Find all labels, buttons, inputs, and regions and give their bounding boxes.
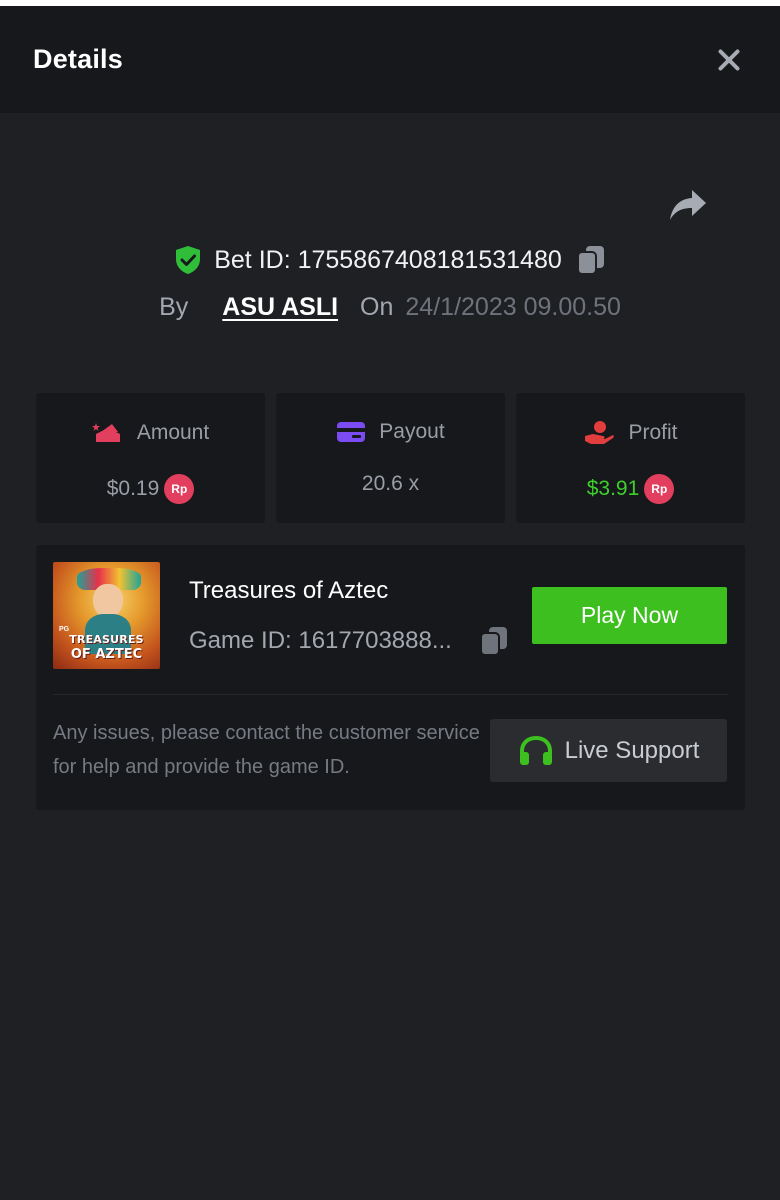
game-panel: PG TREASURES OF AZTEC Treasures of Aztec… — [36, 545, 745, 810]
stat-value: 20.6 x — [361, 472, 420, 495]
game-title: Treasures of Aztec — [189, 577, 389, 604]
currency-badge: Rp — [644, 474, 675, 504]
live-support-label: Live Support — [564, 736, 700, 764]
help-text: Any issues, please contact the customer … — [53, 722, 480, 778]
headset-icon — [519, 735, 552, 765]
stat-label: Profit — [628, 421, 678, 444]
thumbnail-art — [93, 584, 123, 618]
stat-label: Amount — [136, 421, 210, 444]
details-modal: Details Bet ID: 1755867408181531480 By A… — [0, 6, 780, 1200]
thumbnail-title-line1: TREASURES — [69, 633, 144, 646]
game-id-row: Game ID: 1617703888... — [189, 625, 509, 657]
by-label: By — [159, 293, 189, 321]
stat-payout: Payout 20.6 x — [276, 393, 505, 523]
thumbnail-logo: PG — [59, 626, 70, 633]
bet-stats: Amount $0.19 Rp Payout 20.6 x Profit $3.… — [36, 393, 745, 523]
share-icon[interactable] — [668, 188, 708, 222]
bet-datetime: 24/1/2023 09.00.50 — [405, 293, 621, 321]
copy-icon[interactable] — [576, 244, 606, 276]
bet-id-row: Bet ID: 1755867408181531480 — [0, 244, 780, 276]
stat-profit: Profit $3.91 Rp — [516, 393, 745, 523]
modal-header: Details — [0, 6, 780, 113]
payout-card-icon — [337, 422, 366, 442]
bet-id: Bet ID: 1755867408181531480 — [214, 245, 562, 274]
play-now-button[interactable]: Play Now — [532, 587, 727, 644]
game-id: Game ID: 1617703888... — [189, 627, 452, 654]
stat-value: $0.19 — [106, 477, 160, 500]
bet-author-row: By ASU ASLI On 24/1/2023 09.00.50 — [0, 293, 780, 322]
profit-hand-icon — [585, 421, 615, 444]
page-title: Details — [33, 44, 123, 74]
on-label: On — [360, 293, 394, 321]
currency-badge: Rp — [164, 474, 195, 504]
game-thumbnail[interactable]: PG TREASURES OF AZTEC — [53, 562, 160, 669]
amount-icon — [91, 423, 120, 442]
divider — [53, 694, 728, 695]
stat-label: Payout — [379, 420, 445, 443]
username-link[interactable]: ASU ASLI — [222, 293, 338, 322]
thumbnail-title-line2: OF AZTEC — [70, 647, 143, 662]
stat-value: $3.91 — [586, 477, 640, 500]
close-icon[interactable] — [712, 43, 746, 77]
copy-icon[interactable] — [479, 625, 509, 657]
shield-check-icon — [176, 246, 201, 274]
stat-amount: Amount $0.19 Rp — [36, 393, 265, 523]
live-support-button[interactable]: Live Support — [490, 719, 727, 782]
